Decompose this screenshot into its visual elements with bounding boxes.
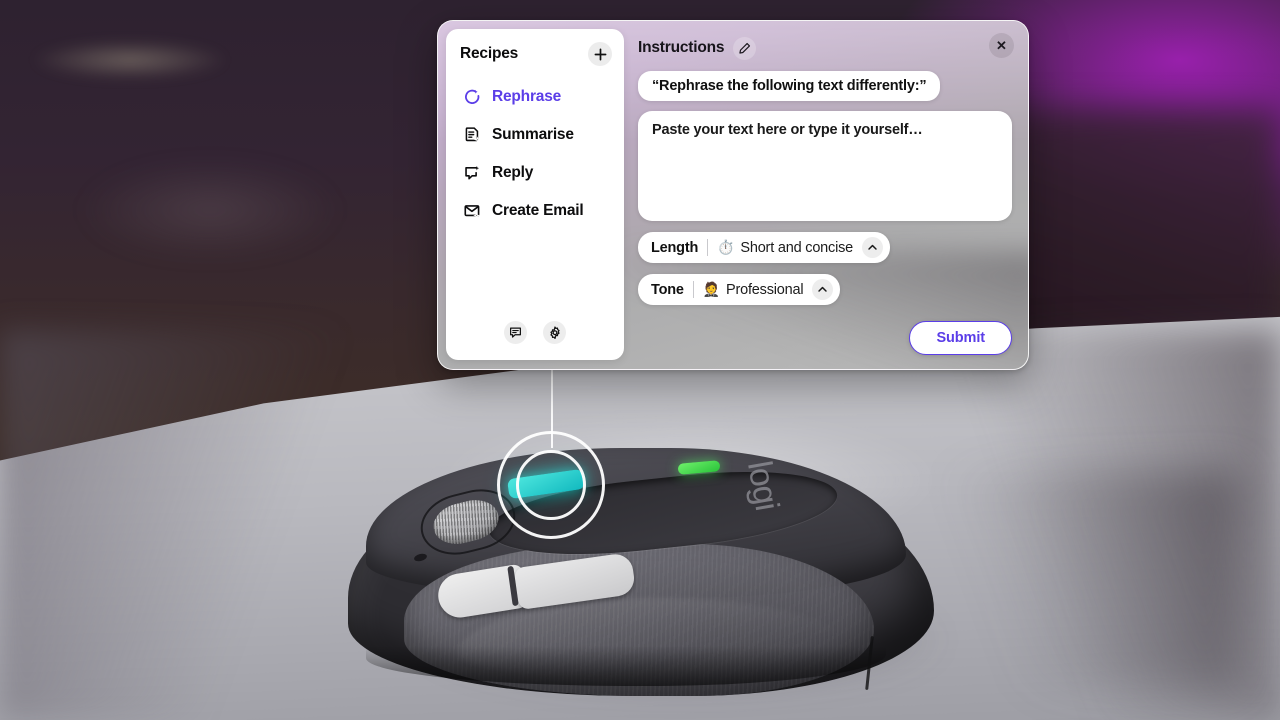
page-title: Instructions [638,39,725,56]
instructions-pane: Instructions ✕ “Rephrase the following t… [624,21,1028,369]
add-recipe-button[interactable] [588,42,612,66]
settings-button[interactable] [543,321,566,344]
chevron-up-icon [818,286,828,292]
computer-mouse: logi [348,448,934,698]
submit-button[interactable]: Submit [909,321,1012,355]
tone-option-row: Tone 🤵 Professional [638,274,1012,305]
gear-icon [549,325,560,339]
length-value: ⏱️ Short and concise [717,239,853,256]
sidebar-item-label: Summarise [492,126,574,143]
sidebar-item-reply[interactable]: Reply [446,154,624,192]
sidebar-item-summarise[interactable]: Summarise [446,116,624,154]
length-select[interactable]: Length ⏱️ Short and concise [638,232,891,263]
panel-footer: Submit [638,321,1012,355]
tone-label: Tone [651,281,684,298]
tone-select[interactable]: Tone 🤵 Professional [638,274,841,305]
feedback-button[interactable] [504,321,527,344]
envelope-sparkle-icon [462,201,482,221]
chevron-up-icon [868,244,877,250]
recipes-list: Rephrase Summarise Reply Create Email [446,72,624,321]
plus-icon [594,48,606,60]
length-label: Length [651,239,699,256]
length-value-text: Short and concise [740,239,854,256]
recipes-sidebar: Recipes Rephrase Summarise Reply Create … [446,29,624,360]
tone-chevron-button[interactable] [812,279,834,300]
sidebar-item-create-email[interactable]: Create Email [446,192,624,230]
edit-instructions-button[interactable] [733,36,757,60]
callout-ring-inner [516,450,586,520]
tone-value-text: Professional [726,281,804,298]
brand-logo: logi [740,458,786,513]
user-text-placeholder: Paste your text here or type it yourself… [652,122,923,138]
length-option-row: Length ⏱️ Short and concise [638,232,1012,263]
sidebar-footer [446,321,624,360]
feedback-bubble-icon [510,327,521,338]
pencil-icon [739,42,751,54]
background-haze-blur [30,100,410,320]
length-chevron-button[interactable] [862,237,884,258]
stopwatch-emoji: ⏱️ [717,239,735,255]
divider [707,239,709,256]
tone-value: 🤵 Professional [703,281,804,298]
instructions-header: Instructions [638,35,1012,61]
close-button[interactable]: ✕ [989,33,1014,58]
chat-bubble-sparkle-icon [462,163,482,183]
sidebar-item-label: Rephrase [492,88,562,105]
sidebar-item-label: Reply [492,164,534,181]
user-text-input[interactable]: Paste your text here or type it yourself… [638,111,1012,221]
prompt-text-field[interactable]: “Rephrase the following text differently… [638,71,941,101]
document-sparkle-icon [462,125,482,145]
recipes-title: Recipes [460,45,519,62]
sidebar-item-label: Create Email [492,202,584,219]
divider [692,281,694,298]
rephrase-sparkle-icon [462,87,482,107]
recipes-header: Recipes [446,29,624,72]
sidebar-item-rephrase[interactable]: Rephrase [446,78,624,116]
logi-ai-prompt-builder-panel: Recipes Rephrase Summarise Reply Create … [437,20,1029,370]
person-in-suit-emoji: 🤵 [702,281,720,297]
